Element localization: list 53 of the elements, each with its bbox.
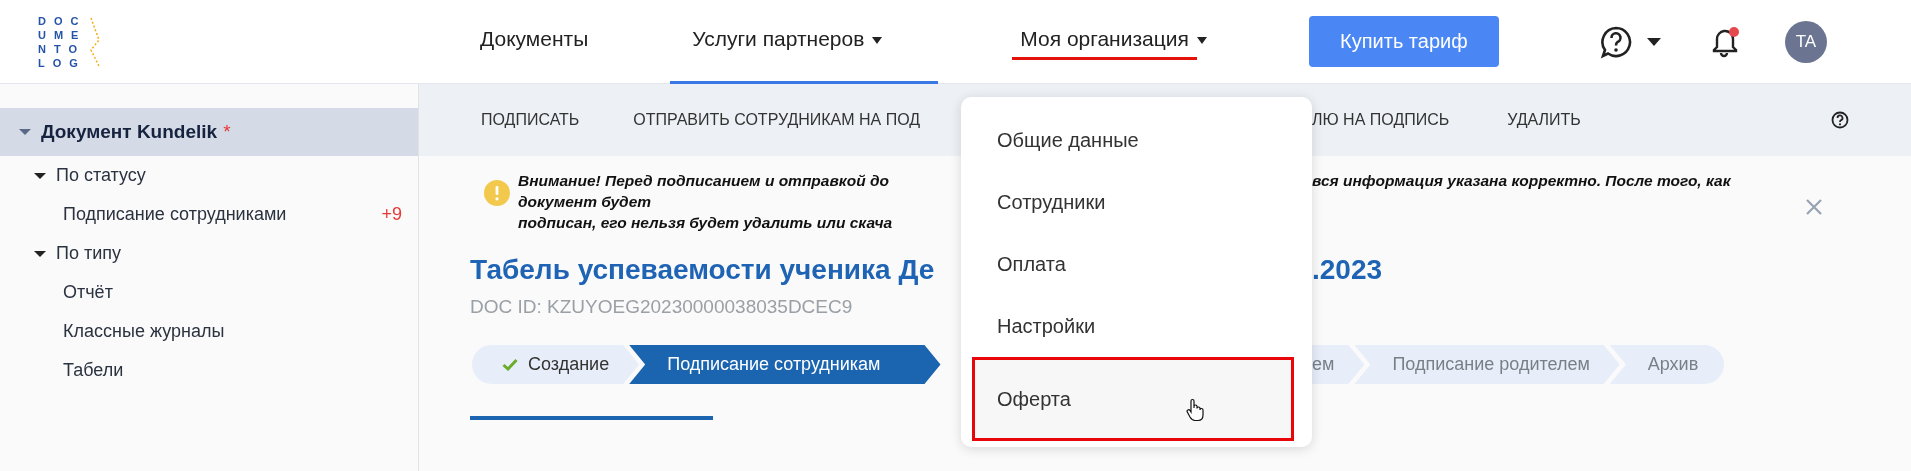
- avatar[interactable]: TA: [1784, 20, 1827, 63]
- menu-item[interactable]: Настройки: [961, 295, 1312, 357]
- step-label: Подписание сотрудникам: [667, 354, 881, 375]
- nav-label: Моя организация: [1012, 20, 1197, 60]
- caret-icon[interactable]: [1646, 37, 1661, 46]
- menu-item[interactable]: Сотрудники: [961, 171, 1312, 233]
- document-title: .2023: [1312, 253, 1384, 287]
- menu-item[interactable]: Оферта: [972, 357, 1294, 441]
- tree-item[interactable]: По типу: [0, 234, 418, 273]
- buy-plan-button[interactable]: Купить тариф: [1308, 16, 1499, 67]
- nav-label: Документы: [479, 25, 590, 52]
- warning-text: вся информация указана корректно. После того, как: [1312, 171, 1731, 191]
- required-mark: *: [223, 121, 231, 143]
- step-label: Архив: [1647, 354, 1699, 375]
- nav-tab[interactable]: Моя организация: [998, 0, 1229, 84]
- step-label: ем: [1312, 354, 1335, 375]
- tree-label: По типу: [56, 243, 121, 264]
- toolbar-action[interactable]: ЛЮ НА ПОДПИСЬ: [1312, 111, 1450, 129]
- tree-label: Подписание сотрудниками: [63, 204, 287, 225]
- hand-cursor-icon: [1186, 398, 1204, 422]
- tree-label: Документ Kundelik: [41, 121, 218, 143]
- warning-text: подписан, его нельзя будет удалить или скача: [518, 213, 893, 233]
- caret-icon: [19, 126, 31, 138]
- nav-tab[interactable]: Документы: [480, 0, 611, 84]
- tree-label: Отчёт: [63, 282, 113, 303]
- step-label: Подписание родителем: [1392, 354, 1590, 375]
- logo[interactable]: DOC UME NTO LOG: [38, 14, 87, 69]
- warning-text: Внимание! Перед подписанием и отправкой до: [518, 171, 890, 191]
- warning-text: документ будет: [518, 192, 653, 212]
- tree-label: Классные журналы: [63, 321, 225, 342]
- tree-item[interactable]: Классные журналы: [0, 312, 418, 351]
- toolbar-action[interactable]: ПОДПИСАТЬ: [481, 111, 580, 129]
- count-label: +9: [381, 204, 402, 225]
- step-label: Создание: [528, 354, 610, 375]
- toolbar-action[interactable]: ОТПРАВИТЬ СОТРУДНИКАМ НА ПОД: [633, 111, 921, 129]
- document-title: Табель успеваемости ученика Де: [470, 253, 936, 287]
- menu-item[interactable]: Общие данные: [961, 109, 1312, 171]
- tree-item[interactable]: Документ Kundelik *: [0, 108, 418, 156]
- help-icon[interactable]: [1598, 24, 1633, 59]
- tree-label: По статусу: [56, 165, 146, 186]
- tree-item[interactable]: Табели: [0, 351, 418, 390]
- help-icon[interactable]: [1831, 111, 1849, 129]
- warning-icon: [484, 180, 510, 206]
- check-icon: [502, 358, 518, 371]
- toolbar-action[interactable]: УДАЛИТЬ: [1507, 111, 1581, 129]
- tree-item[interactable]: Подписание сотрудниками +9: [0, 195, 418, 234]
- document-id: DOC ID: KZUYOEG20230000038035DCEC9: [470, 296, 854, 318]
- nav-label: Услуги партнеров: [691, 25, 866, 52]
- menu-item[interactable]: Оплата: [961, 233, 1312, 295]
- tree-item[interactable]: Отчёт: [0, 273, 418, 312]
- tree-item[interactable]: По статусу: [0, 156, 418, 195]
- bell-icon[interactable]: [1710, 25, 1741, 58]
- tree-label: Табели: [63, 360, 124, 381]
